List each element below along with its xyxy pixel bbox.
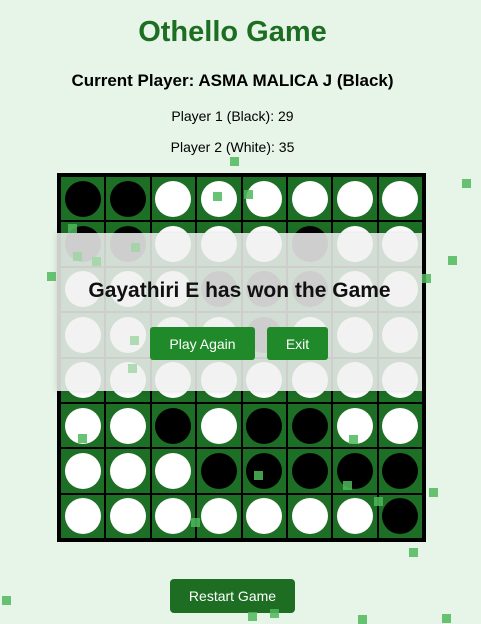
confetti-piece: [429, 488, 438, 497]
confetti-piece: [131, 243, 140, 252]
board-cell[interactable]: [197, 449, 241, 493]
board-cell[interactable]: [378, 403, 422, 448]
confetti-piece: [191, 518, 200, 527]
black-piece: [291, 407, 328, 444]
confetti-piece: [68, 224, 77, 233]
board-cell[interactable]: [151, 177, 196, 221]
confetti-piece: [358, 615, 367, 624]
player2-score: Player 2 (White): 35: [170, 139, 295, 155]
board-cell[interactable]: [242, 494, 286, 538]
board-cell[interactable]: [287, 449, 332, 493]
board-cell[interactable]: [378, 494, 422, 538]
white-piece: [110, 452, 147, 489]
board-cell[interactable]: [61, 494, 105, 538]
board-cell[interactable]: [106, 449, 150, 493]
confetti-piece: [78, 434, 87, 443]
black-piece: [246, 452, 283, 489]
board-cell[interactable]: [333, 494, 377, 538]
white-piece: [155, 452, 192, 489]
white-piece: [64, 452, 101, 489]
confetti-piece: [422, 274, 431, 283]
black-piece: [291, 452, 328, 489]
black-piece: [64, 180, 101, 217]
board-cell[interactable]: [197, 494, 241, 538]
current-player-label: Current Player: ASMA MALICA J (Black): [71, 71, 394, 90]
board-cell[interactable]: [333, 449, 377, 493]
confetti-piece: [442, 614, 451, 623]
board-cell[interactable]: [61, 449, 105, 493]
board-cell[interactable]: [106, 494, 150, 538]
confetti-piece: [462, 179, 471, 188]
board-cell[interactable]: [287, 494, 332, 538]
board-cell[interactable]: [242, 403, 286, 448]
board-cell[interactable]: [378, 449, 422, 493]
black-piece: [155, 407, 192, 444]
confetti-piece: [270, 609, 279, 618]
white-piece: [291, 180, 328, 217]
white-piece: [110, 498, 147, 535]
black-piece: [382, 452, 419, 489]
black-piece: [382, 498, 419, 535]
confetti-piece: [349, 435, 358, 444]
confetti-piece: [343, 481, 352, 490]
confetti-piece: [409, 548, 418, 557]
confetti-piece: [230, 157, 239, 166]
white-piece: [155, 180, 192, 217]
confetti-piece: [374, 497, 383, 506]
board-cell[interactable]: [151, 403, 196, 448]
white-piece: [200, 498, 237, 535]
white-piece: [64, 498, 101, 535]
white-piece: [110, 407, 147, 444]
board-cell[interactable]: [106, 403, 150, 448]
confetti-piece: [130, 336, 139, 345]
white-piece: [336, 498, 373, 535]
white-piece: [382, 180, 419, 217]
white-piece: [246, 498, 283, 535]
exit-button[interactable]: Exit: [267, 327, 328, 360]
game-over-modal: Gayathiri E has won the Game Play Again …: [57, 233, 422, 391]
confetti-piece: [128, 364, 137, 373]
board-cell[interactable]: [333, 177, 377, 221]
confetti-piece: [248, 612, 257, 621]
white-piece: [336, 180, 373, 217]
board-cell[interactable]: [151, 449, 196, 493]
board-cell[interactable]: [61, 177, 105, 221]
winner-message: Gayathiri E has won the Game: [88, 279, 391, 302]
confetti-piece: [47, 272, 56, 281]
confetti-piece: [213, 192, 222, 201]
black-piece: [246, 407, 283, 444]
confetti-piece: [448, 256, 457, 265]
board-cell[interactable]: [287, 403, 332, 448]
board-cell[interactable]: [242, 449, 286, 493]
white-piece: [200, 407, 237, 444]
white-piece: [155, 498, 192, 535]
board-cell[interactable]: [287, 177, 332, 221]
white-piece: [382, 407, 419, 444]
page-title: Othello Game: [138, 16, 327, 48]
black-piece: [200, 452, 237, 489]
player1-score: Player 1 (Black): 29: [171, 108, 294, 124]
confetti-piece: [244, 190, 253, 199]
restart-game-button[interactable]: Restart Game: [170, 579, 295, 613]
board-cell[interactable]: [197, 403, 241, 448]
black-piece: [110, 180, 147, 217]
confetti-piece: [2, 596, 11, 605]
board-cell[interactable]: [151, 494, 196, 538]
confetti-piece: [92, 257, 101, 266]
confetti-piece: [73, 252, 82, 261]
board-cell[interactable]: [106, 177, 150, 221]
white-piece: [291, 498, 328, 535]
board-cell[interactable]: [378, 177, 422, 221]
play-again-button[interactable]: Play Again: [150, 327, 255, 360]
confetti-piece: [254, 471, 263, 480]
